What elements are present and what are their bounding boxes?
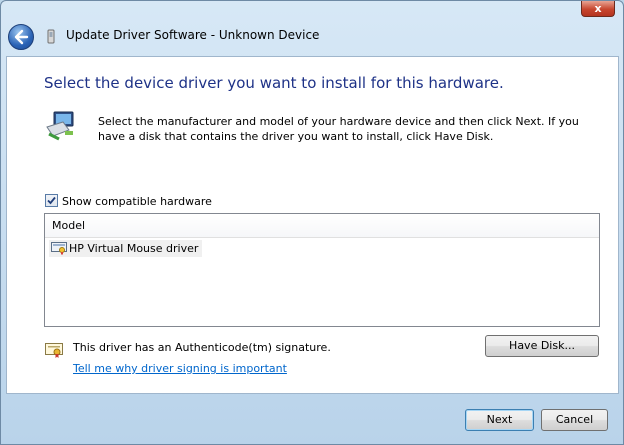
list-item[interactable]: HP Virtual Mouse driver xyxy=(49,240,203,257)
model-list[interactable]: Model HP Virtual Mouse driver xyxy=(44,213,600,327)
driver-icon xyxy=(51,242,67,255)
list-item-label: HP Virtual Mouse driver xyxy=(69,242,199,255)
certificate-icon xyxy=(45,343,63,358)
hardware-driver-icon xyxy=(46,111,74,141)
show-compatible-label: Show compatible hardware xyxy=(62,195,212,208)
next-button[interactable]: Next xyxy=(465,409,534,431)
instruction-text: Select the manufacturer and model of you… xyxy=(98,115,579,143)
checkbox-box[interactable] xyxy=(45,194,58,207)
content-panel: Select the device driver you want to ins… xyxy=(6,56,619,394)
close-button[interactable]: x xyxy=(581,1,615,17)
page-title: Select the device driver you want to ins… xyxy=(44,74,504,92)
signature-status: This driver has an Authenticode(tm) sign… xyxy=(73,341,331,354)
back-arrow-icon xyxy=(14,29,29,45)
have-disk-button[interactable]: Have Disk... xyxy=(485,335,599,357)
checkmark-icon xyxy=(47,196,56,205)
driver-signing-link[interactable]: Tell me why driver signing is important xyxy=(73,362,287,375)
show-compatible-checkbox[interactable]: Show compatible hardware xyxy=(45,194,212,208)
back-button[interactable] xyxy=(8,24,34,50)
device-icon xyxy=(47,29,55,44)
close-icon: x xyxy=(594,2,602,15)
dialog-window: x Update Driver Software - Unknown Devic… xyxy=(0,0,624,445)
window-title: Update Driver Software - Unknown Device xyxy=(66,28,320,42)
column-header-model[interactable]: Model xyxy=(45,214,599,238)
cancel-button[interactable]: Cancel xyxy=(541,409,608,431)
